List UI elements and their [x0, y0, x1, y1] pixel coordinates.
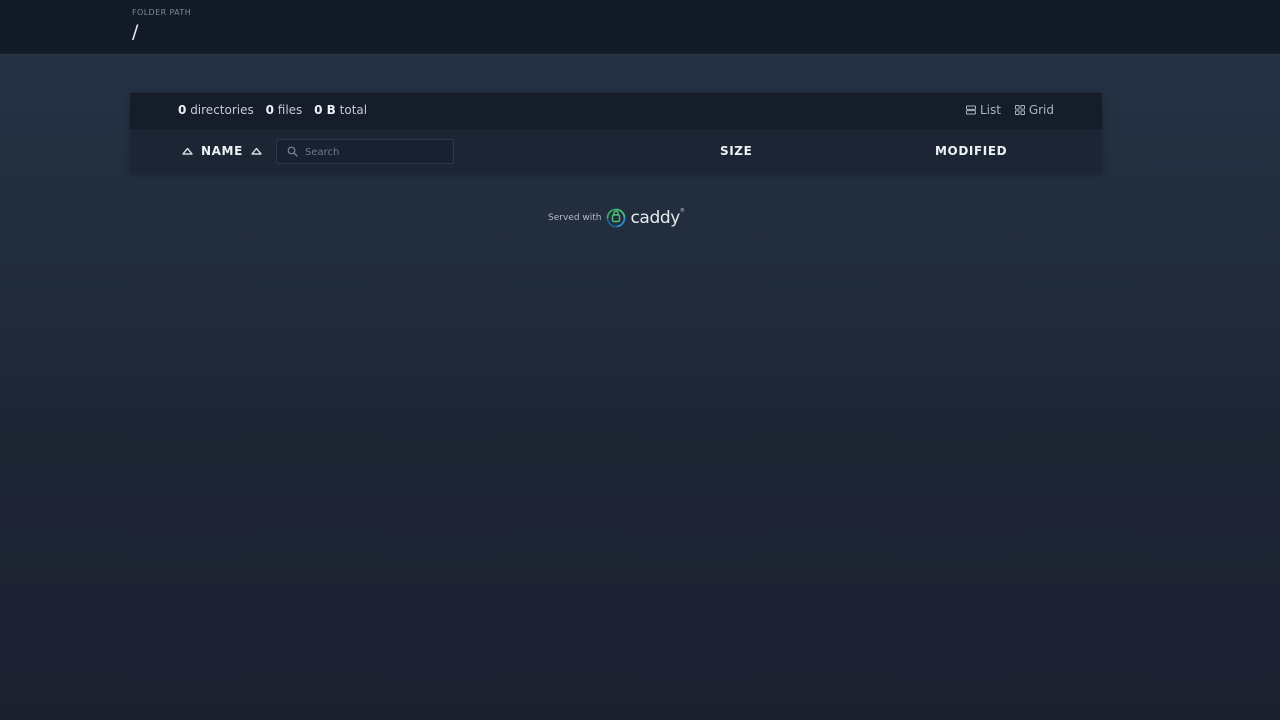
grid-view-label: Grid [1028, 103, 1054, 117]
grid-icon [1014, 105, 1025, 115]
summary-bar: 0 directories 0 files 0 B total List Gri… [130, 93, 1102, 129]
served-with-text: Served with [548, 213, 602, 223]
name-column-label[interactable]: NAME [201, 144, 243, 158]
total-label: total [339, 103, 368, 117]
files-label: files [277, 103, 303, 117]
list-view-label: List [980, 103, 1001, 117]
folder-path-label: FOLDER PATH [132, 8, 192, 17]
caddy-brand-text: caddy [630, 208, 680, 228]
grid-view-button[interactable]: Grid [1014, 103, 1054, 117]
directories-count: 0 [178, 103, 187, 117]
search-icon [287, 146, 298, 157]
list-icon [966, 105, 976, 115]
trademark-mark: ® [679, 208, 685, 214]
column-header-row: NAME SIZE MODIFIED [130, 129, 1102, 174]
caddy-brand[interactable]: caddy® [630, 208, 684, 228]
directories-label: directories [190, 103, 254, 117]
files-count: 0 [265, 103, 274, 117]
name-column-header[interactable]: NAME [182, 144, 262, 158]
listing-panel: 0 directories 0 files 0 B total List Gri… [130, 93, 1102, 174]
size-column-header[interactable]: SIZE [720, 144, 752, 158]
folder-path[interactable]: / [132, 21, 138, 43]
list-view-button[interactable]: List [966, 103, 1001, 117]
footer: Served with caddy® [548, 206, 685, 230]
header: FOLDER PATH / [0, 0, 1280, 53]
sort-ascending-icon[interactable] [251, 147, 262, 155]
total-size: 0 B [314, 103, 336, 117]
search-input[interactable] [303, 143, 447, 162]
listing-summary: 0 directories 0 files 0 B total [178, 103, 367, 117]
modified-column-header[interactable]: MODIFIED [935, 144, 1007, 158]
sort-folders-first-icon[interactable] [182, 147, 193, 155]
layout-toggles: List Grid [956, 103, 1054, 118]
caddy-logo-icon[interactable] [605, 207, 627, 229]
search-box [276, 139, 454, 164]
